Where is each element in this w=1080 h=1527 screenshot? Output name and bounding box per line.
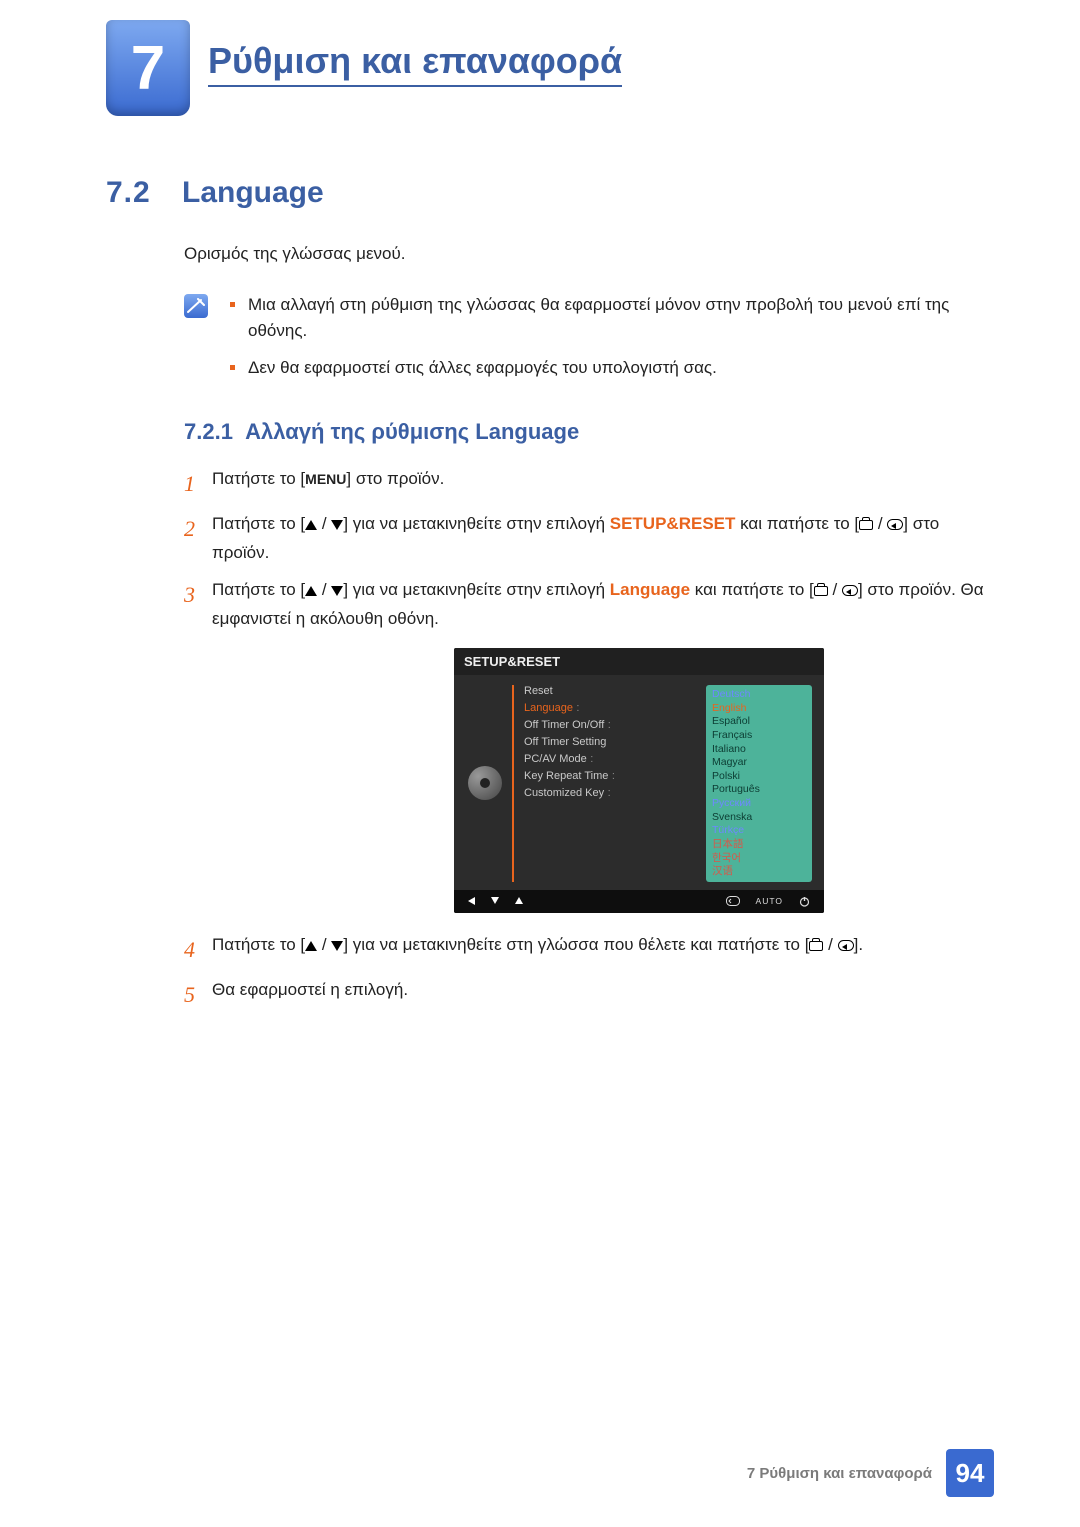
osd-menu-item: Key Repeat Time: xyxy=(524,770,700,782)
up-icon xyxy=(515,897,523,904)
step: 4 Πατήστε το [ / ] για να μετακινηθείτε … xyxy=(184,931,990,968)
left-icon xyxy=(468,897,475,905)
menu-button-label: MENU xyxy=(305,471,346,487)
up-icon xyxy=(305,941,317,951)
section-title: Language xyxy=(182,176,324,210)
note-item: Μια αλλαγή στη ρύθμιση της γλώσσας θα εφ… xyxy=(230,292,990,345)
source-icon xyxy=(809,941,823,951)
osd-title: SETUP&RESET xyxy=(454,648,824,675)
step: 2 Πατήστε το [ / ] για να μετακινηθείτε … xyxy=(184,510,990,568)
highlighted-term: Language xyxy=(610,580,690,599)
osd-language-option: 汉语 xyxy=(712,865,806,879)
step-number: 2 xyxy=(184,510,212,568)
osd-menu-item: Reset xyxy=(524,685,700,697)
auto-label: AUTO xyxy=(756,896,783,907)
osd-menu-list: Reset Language: Off Timer On/Off: Off Ti… xyxy=(512,685,700,882)
section-intro: Ορισμός της γλώσσας μενού. xyxy=(184,244,990,264)
subsection-heading: 7.2.1 Αλλαγή της ρύθμισης Language xyxy=(184,419,990,445)
chapter-title: Ρύθμιση και επαναφορά xyxy=(208,20,622,82)
section-number: 7.2 xyxy=(106,176,182,210)
page-number: 94 xyxy=(946,1449,994,1497)
osd-bottom-bar: AUTO xyxy=(454,890,824,913)
enter-icon xyxy=(887,519,903,530)
up-icon xyxy=(305,586,317,596)
step-number: 4 xyxy=(184,931,212,968)
down-icon xyxy=(331,586,343,596)
highlighted-term: SETUP&RESET xyxy=(610,514,736,533)
osd-language-option: 한국어 xyxy=(712,852,806,866)
osd-language-option: 日本語 xyxy=(712,838,806,852)
step-number: 3 xyxy=(184,576,212,634)
note-block: Μια αλλαγή στη ρύθμιση της γλώσσας θα εφ… xyxy=(184,292,990,391)
osd-language-option: Italiano xyxy=(712,743,806,757)
step-number: 5 xyxy=(184,976,212,1013)
osd-menu-item: PC/AV Mode: xyxy=(524,753,700,765)
osd-language-option: Русский xyxy=(712,797,806,811)
gear-icon xyxy=(468,766,502,800)
chapter-header: 7 Ρύθμιση και επαναφορά xyxy=(106,20,990,116)
note-item: Δεν θα εφαρμοστεί στις άλλες εφαρμογές τ… xyxy=(230,355,990,381)
osd-language-option: Türkçe xyxy=(712,824,806,838)
osd-menu-item-selected: Language: xyxy=(524,702,700,714)
step: 1 Πατήστε το [MENU] στο προϊόν. xyxy=(184,465,990,502)
osd-language-option: Deutsch xyxy=(712,688,806,702)
osd-language-option: Português xyxy=(712,783,806,797)
osd-language-option-selected: English xyxy=(712,702,806,716)
enter-icon xyxy=(838,940,854,951)
step: 3 Πατήστε το [ / ] για να μετακινηθείτε … xyxy=(184,576,990,634)
page-footer: 7 Ρύθμιση και επαναφορά 94 xyxy=(0,1449,1080,1497)
steps-list: 1 Πατήστε το [MENU] στο προϊόν. 2 Πατήστ… xyxy=(184,465,990,1014)
down-icon xyxy=(331,941,343,951)
osd-menu-item: Customized Key: xyxy=(524,787,700,799)
note-icon xyxy=(184,294,208,318)
osd-screenshot: SETUP&RESET Reset Language: Off Timer On… xyxy=(454,648,824,913)
enter-icon xyxy=(842,585,858,596)
osd-menu-item: Off Timer On/Off: xyxy=(524,719,700,731)
step-number: 1 xyxy=(184,465,212,502)
enter-icon xyxy=(726,896,740,907)
chapter-number-badge: 7 xyxy=(106,20,190,116)
osd-language-option: Français xyxy=(712,729,806,743)
down-icon xyxy=(331,520,343,530)
osd-language-option: Magyar xyxy=(712,756,806,770)
source-icon xyxy=(859,520,873,530)
section-heading: 7.2 Language xyxy=(106,176,990,210)
osd-language-option: Español xyxy=(712,715,806,729)
osd-language-option: Svenska xyxy=(712,811,806,825)
osd-menu-item: Off Timer Setting xyxy=(524,736,700,748)
footer-chapter-label: 7 Ρύθμιση και επαναφορά xyxy=(747,1465,932,1482)
osd-language-dropdown: Deutsch English Español Français Italian… xyxy=(706,685,812,882)
down-icon xyxy=(491,897,499,904)
step: 5 Θα εφαρμοστεί η επιλογή. xyxy=(184,976,990,1013)
power-icon xyxy=(799,896,810,907)
up-icon xyxy=(305,520,317,530)
osd-language-option: Polski xyxy=(712,770,806,784)
source-icon xyxy=(814,586,828,596)
